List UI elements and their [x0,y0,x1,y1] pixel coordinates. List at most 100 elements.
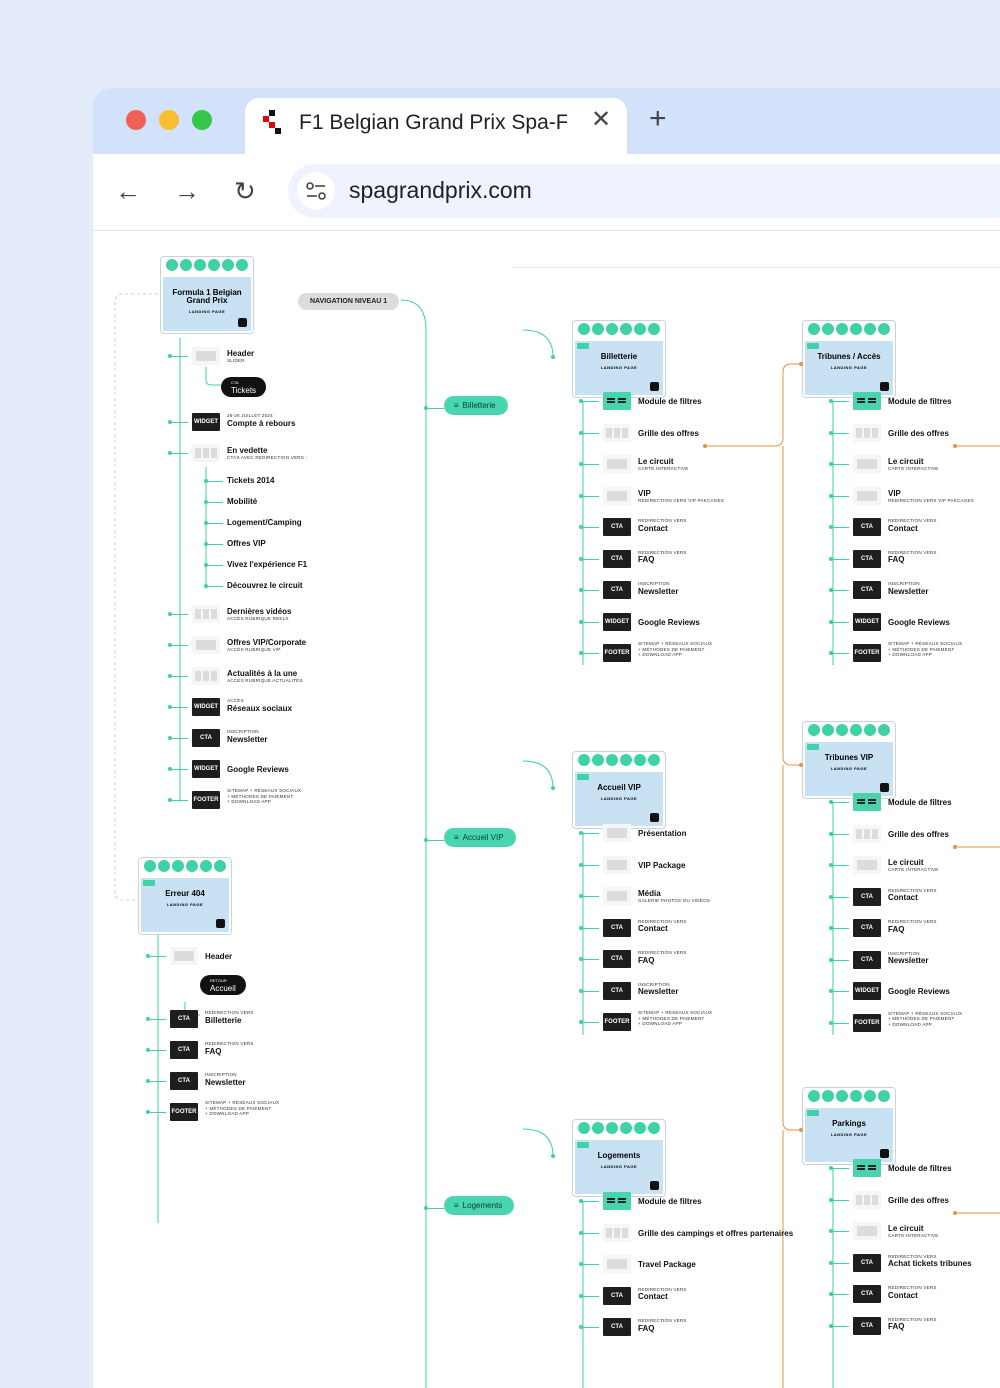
section-title: Newsletter [888,586,929,596]
section-label: Travel Package [638,1260,798,1269]
nav-pill-label: Accueil VIP [462,833,504,842]
section-thumbnail-icon [603,423,631,442]
section-title: Newsletter [638,987,679,996]
card-subtitle: LANDING PAGE [600,365,638,370]
card-subtitle: LANDING PAGE [830,1132,868,1137]
connector-dot [829,651,833,655]
connector-branch [831,401,849,402]
section-tag: WIDGET [603,612,631,631]
section-label: En vedette CTAS AVEC REDIRECTION VERS : [227,446,387,461]
featured-link[interactable]: Tickets 2014 [227,476,274,485]
connector-dot [424,406,428,410]
address-bar[interactable]: spagrandprix.com [288,164,1000,218]
section-title: Compte à rebours [227,418,296,428]
nav-pill-label: Billetterie [462,401,496,410]
page-card-tribunes_vip[interactable]: Tribunes VIP LANDING PAGE [802,721,896,799]
section-tag: FOOTER [603,1013,631,1031]
maximize-window-dot[interactable] [192,110,212,130]
return-home-cta-button[interactable]: RETOUR Accueil [200,975,246,995]
section-thumbnail-icon [853,1190,881,1209]
browser-window: F1 Belgian Grand Prix Spa-Francorchamps … [93,88,1000,1388]
menu-icon [578,323,590,335]
connector-branch [206,565,223,566]
connector-branch [831,495,849,497]
section-thumbnail-icon [192,347,220,365]
section-title: Module de filtres [888,1164,952,1173]
connector-branch [581,833,599,834]
section-title: Module de filtres [888,397,952,406]
page-card-accueil_vip[interactable]: Accueil VIP LANDING PAGE [572,751,666,829]
card-body: Erreur 404 LANDING PAGE [141,878,229,932]
connector-branch [206,544,223,545]
connector-branch [831,896,849,898]
card-body: Formula 1 Belgian Grand Prix LANDING PAGE [163,277,251,331]
section-note: GALERIE PHOTOS OU VIDÉOS [638,898,711,903]
card-subtitle: LANDING PAGE [188,309,226,314]
connector-branch [170,453,188,454]
section-title: FAQ [888,924,905,934]
basket-icon [864,724,876,736]
section-title: FAQ [888,1322,905,1331]
page-card-logements[interactable]: Logements LANDING PAGE [572,1119,666,1197]
section-thumbnail-icon [603,455,631,473]
minimize-window-dot[interactable] [159,110,179,130]
more-dots-icon [577,774,589,780]
section-title: Billetterie [205,1015,242,1025]
site-settings-icon[interactable] [297,172,335,210]
connector-branch [831,928,849,929]
connector-branch [170,614,188,615]
connector-dot [146,954,150,958]
connector-dot [168,705,172,709]
connector-dot [579,988,583,993]
edit-icon [822,724,834,736]
section-title: Google Reviews [888,987,950,996]
connector-branch [581,1201,599,1202]
edit-icon [822,1090,834,1102]
close-window-dot[interactable] [126,110,146,130]
back-arrow-icon[interactable]: ← [115,178,141,204]
page-card-home[interactable]: Formula 1 Belgian Grand Prix LANDING PAGE [160,256,254,334]
connector-dot [829,1197,833,1202]
section-title: Newsletter [205,1077,246,1087]
connector-branch [581,927,599,929]
page-card-error[interactable]: Erreur 404 LANDING PAGE [138,857,232,935]
section-label: REDIRECTION VERS FAQ [205,1041,365,1056]
page-card-parkings[interactable]: Parkings LANDING PAGE [802,1087,896,1165]
tickets-cta-button[interactable]: CTA Tickets [221,377,267,397]
featured-link[interactable]: Découvrez le circuit [227,581,303,590]
featured-link[interactable]: Mobilité [227,497,257,506]
featured-link[interactable]: Offres VIP [227,539,266,548]
section-note: CARTE INTERACTIVE [638,466,689,471]
connector-branch [581,590,599,591]
section-label: 26-28 JUILLET 2024 Compte à rebours [227,413,387,428]
connector-dot [829,462,833,466]
page-card-billetterie[interactable]: Billetterie LANDING PAGE [572,320,666,398]
nav-pill-0[interactable]: ≡ Billetterie [444,396,508,415]
basket-icon [200,860,212,872]
section-label: VIP REDIRECTION VERS VIP PAKCAGES [638,489,798,504]
new-tab-icon[interactable]: + [649,104,667,134]
section-tag: FOOTER [603,644,631,662]
section-tag: WIDGET [192,698,220,716]
section-label: REDIRECTION VERS FAQ [888,550,1000,565]
connector-branch [831,1199,849,1201]
section-title: Le circuit [888,1224,924,1233]
section-tag: WIDGET [853,612,881,631]
featured-link[interactable]: Vivez l'expérience F1 [227,560,307,569]
featured-link[interactable]: Logement/Camping [227,518,302,527]
list-icon: ≡ [454,1201,459,1210]
nav-pill-1[interactable]: ≡ Accueil VIP [444,828,516,847]
section-tag: CTA [603,549,631,568]
reload-icon[interactable]: ↻ [234,178,256,204]
connector-dot [829,863,833,867]
forward-arrow-icon[interactable]: → [174,178,200,204]
nav-pill-2[interactable]: ≡ Logements [444,1196,515,1215]
connector-branch [581,653,599,654]
url-text[interactable]: spagrandprix.com [349,177,532,204]
globe-icon [236,259,248,271]
close-tab-icon[interactable]: ✕ [591,108,611,132]
active-tab[interactable]: F1 Belgian Grand Prix Spa-Francorchamps … [245,98,627,154]
section-label: Header SLIDER [227,349,387,364]
section-title: Actualités à la une [227,669,298,678]
page-card-tribunes_acces[interactable]: Tribunes / Accès LANDING PAGE [802,320,896,398]
